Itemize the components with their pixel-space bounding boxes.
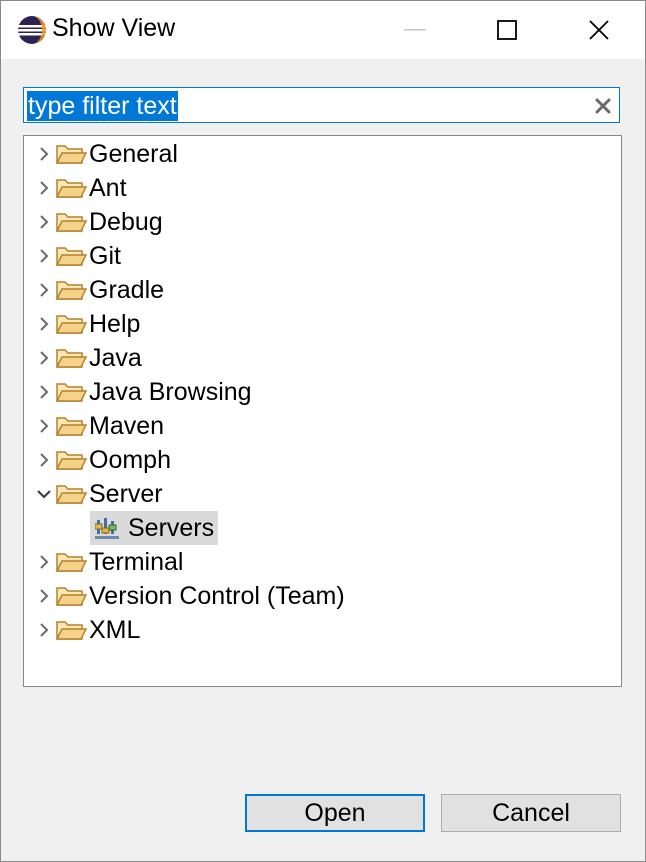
minimize-icon bbox=[404, 29, 426, 31]
chevron-right-icon[interactable] bbox=[33, 409, 55, 443]
tree-child-item[interactable]: Servers bbox=[90, 511, 219, 545]
tree-item[interactable]: Debug bbox=[33, 205, 163, 239]
tree-item-label: Help bbox=[89, 309, 141, 338]
tree-item-label: Version Control (Team) bbox=[89, 581, 345, 610]
folder-icon bbox=[55, 341, 87, 375]
window-title: Show View bbox=[52, 14, 176, 42]
folder-icon bbox=[55, 205, 87, 239]
clear-filter-icon[interactable] bbox=[593, 96, 613, 116]
tree-item-label: XML bbox=[89, 615, 141, 644]
servers-icon bbox=[94, 511, 122, 545]
tree-item[interactable]: Maven bbox=[33, 409, 164, 443]
folder-icon bbox=[55, 613, 87, 647]
tree-item-label: Server bbox=[89, 479, 163, 508]
view-tree[interactable]: General Ant Debug Git Gradle Help Java Java Bro… bbox=[23, 135, 622, 687]
folder-icon bbox=[55, 307, 87, 341]
tree-item[interactable]: General bbox=[33, 137, 178, 171]
tree-item[interactable]: Server bbox=[33, 477, 163, 511]
chevron-down-icon[interactable] bbox=[33, 477, 55, 511]
tree-item[interactable]: Java Browsing bbox=[33, 375, 252, 409]
folder-icon bbox=[55, 375, 87, 409]
filter-field[interactable]: type filter text bbox=[23, 87, 620, 123]
eclipse-icon bbox=[18, 16, 46, 44]
tree-item-label: Git bbox=[89, 241, 121, 270]
folder-icon bbox=[55, 273, 87, 307]
chevron-right-icon[interactable] bbox=[33, 273, 55, 307]
chevron-right-icon[interactable] bbox=[33, 205, 55, 239]
tree-item[interactable]: Git bbox=[33, 239, 121, 273]
close-button[interactable] bbox=[553, 1, 645, 59]
tree-item[interactable]: Oomph bbox=[33, 443, 171, 477]
title-bar[interactable]: Show View bbox=[1, 1, 645, 59]
tree-item-label: Servers bbox=[128, 513, 215, 542]
tree-item-label: Maven bbox=[89, 411, 165, 440]
tree-item[interactable]: Java bbox=[33, 341, 142, 375]
tree-item[interactable]: Ant bbox=[33, 171, 127, 205]
chevron-right-icon[interactable] bbox=[33, 307, 55, 341]
chevron-right-icon[interactable] bbox=[33, 171, 55, 205]
chevron-right-icon[interactable] bbox=[33, 443, 55, 477]
folder-icon bbox=[55, 409, 87, 443]
tree-item-label: Terminal bbox=[89, 547, 184, 576]
chevron-right-icon[interactable] bbox=[33, 375, 55, 409]
folder-icon bbox=[55, 443, 87, 477]
tree-item[interactable]: Version Control (Team) bbox=[33, 579, 345, 613]
folder-icon bbox=[55, 545, 87, 579]
minimize-button[interactable] bbox=[369, 1, 461, 59]
chevron-right-icon[interactable] bbox=[33, 341, 55, 375]
chevron-right-icon[interactable] bbox=[33, 545, 55, 579]
folder-icon bbox=[55, 477, 87, 511]
open-button[interactable]: Open bbox=[245, 794, 425, 832]
filter-selected-text: type filter text bbox=[27, 91, 178, 121]
tree-item[interactable]: XML bbox=[33, 613, 140, 647]
tree-item-label: Java Browsing bbox=[89, 377, 252, 406]
tree-item[interactable]: Terminal bbox=[33, 545, 183, 579]
maximize-button[interactable] bbox=[461, 1, 553, 59]
tree-item-label: Debug bbox=[89, 207, 163, 236]
chevron-right-icon[interactable] bbox=[33, 579, 55, 613]
tree-item-label: General bbox=[89, 139, 178, 168]
tree-item-label: Ant bbox=[89, 173, 127, 202]
tree-item[interactable]: Help bbox=[33, 307, 140, 341]
tree-item-label: Gradle bbox=[89, 275, 165, 304]
tree-item-label: Oomph bbox=[89, 445, 171, 474]
folder-icon bbox=[55, 239, 87, 273]
folder-icon bbox=[55, 137, 87, 171]
chevron-right-icon[interactable] bbox=[33, 239, 55, 273]
folder-icon bbox=[55, 171, 87, 205]
folder-icon bbox=[55, 579, 87, 613]
chevron-right-icon[interactable] bbox=[33, 137, 55, 171]
chevron-right-icon[interactable] bbox=[33, 613, 55, 647]
maximize-icon bbox=[497, 20, 517, 40]
show-view-dialog: Show View type filter text General Ant Deb… bbox=[0, 0, 646, 862]
cancel-button[interactable]: Cancel bbox=[441, 794, 621, 832]
close-icon bbox=[589, 20, 609, 40]
tree-item-label: Java bbox=[89, 343, 142, 372]
tree-item[interactable]: Gradle bbox=[33, 273, 164, 307]
